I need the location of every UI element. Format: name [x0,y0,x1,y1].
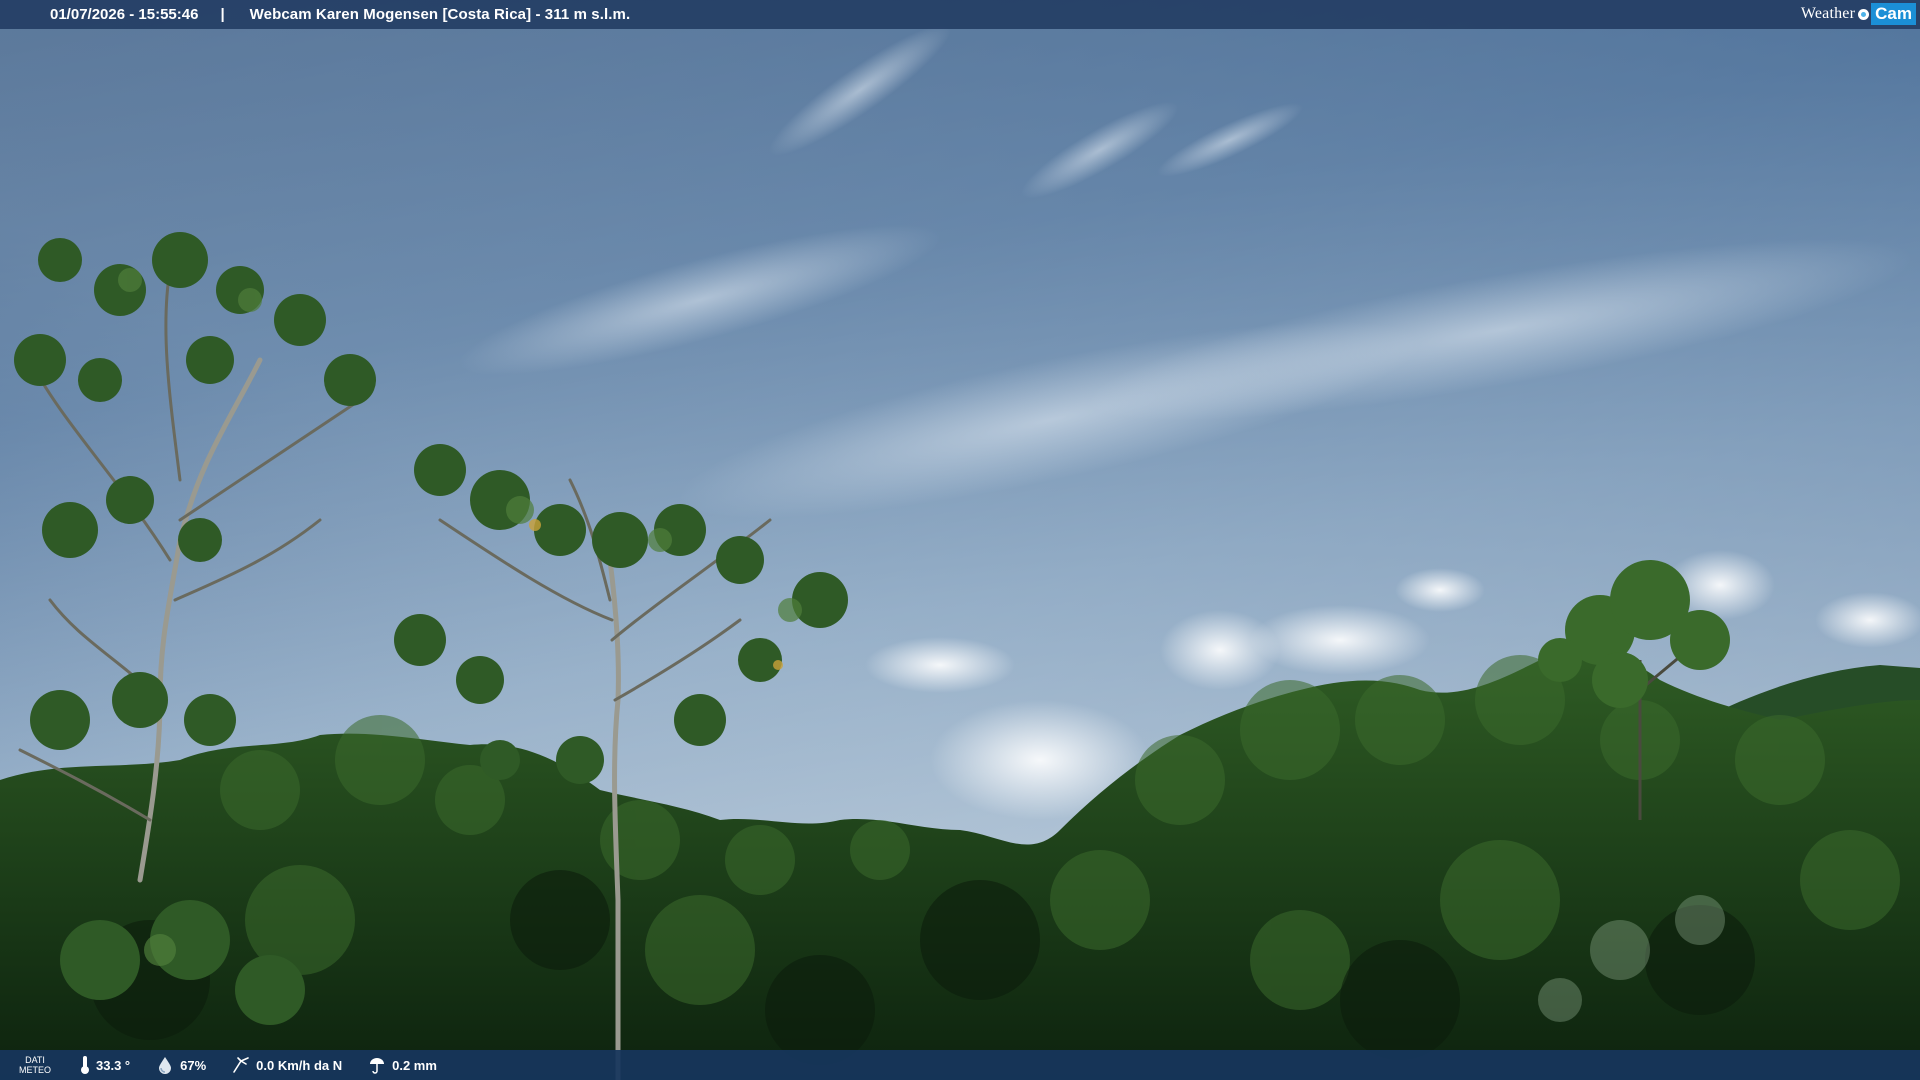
meteo-label-line2: METEO [18,1065,51,1075]
weathercam-logo[interactable]: Weather Cam [1801,3,1916,25]
meteo-label: DATI METEO [0,1055,70,1075]
webcam-title: Webcam Karen Mogensen [Costa Rica] - 311… [249,6,631,23]
logo-dot-icon [1858,8,1870,20]
meteo-label-line1: DATI [25,1055,45,1065]
webcam-image [0,0,1920,1080]
temperature-readout: 33.3 ° [80,1055,130,1075]
info-header: 01/07/2026 - 15:55:46 | Webcam Karen Mog… [0,0,1920,29]
wind-value: 0.0 Km/h da N [256,1057,343,1073]
thermometer-icon [81,1056,89,1074]
humidity-value: 67% [180,1057,207,1073]
weather-data-bar: DATI METEO 33.3 ° 67% 0.0 Km/h da N 0.2 … [0,1050,1920,1080]
wind-icon [233,1057,249,1073]
rain-value: 0.2 mm [392,1057,437,1073]
humidity-icon [159,1057,172,1074]
temperature-value: 33.3 ° [96,1057,131,1073]
header-separator: | [220,6,225,23]
humidity-readout: 67% [156,1056,206,1074]
wind-readout: 0.0 Km/h da N [232,1056,342,1074]
webcam-frame: 01/07/2026 - 15:55:46 | Webcam Karen Mog… [0,0,1920,1080]
logo-weather-text: Weather [1800,5,1856,22]
logo-cam-text: Cam [1871,3,1916,25]
rain-readout: 0.2 mm [368,1056,437,1074]
timestamp: 01/07/2026 - 15:55:46 [50,6,199,23]
rain-icon [370,1058,385,1074]
